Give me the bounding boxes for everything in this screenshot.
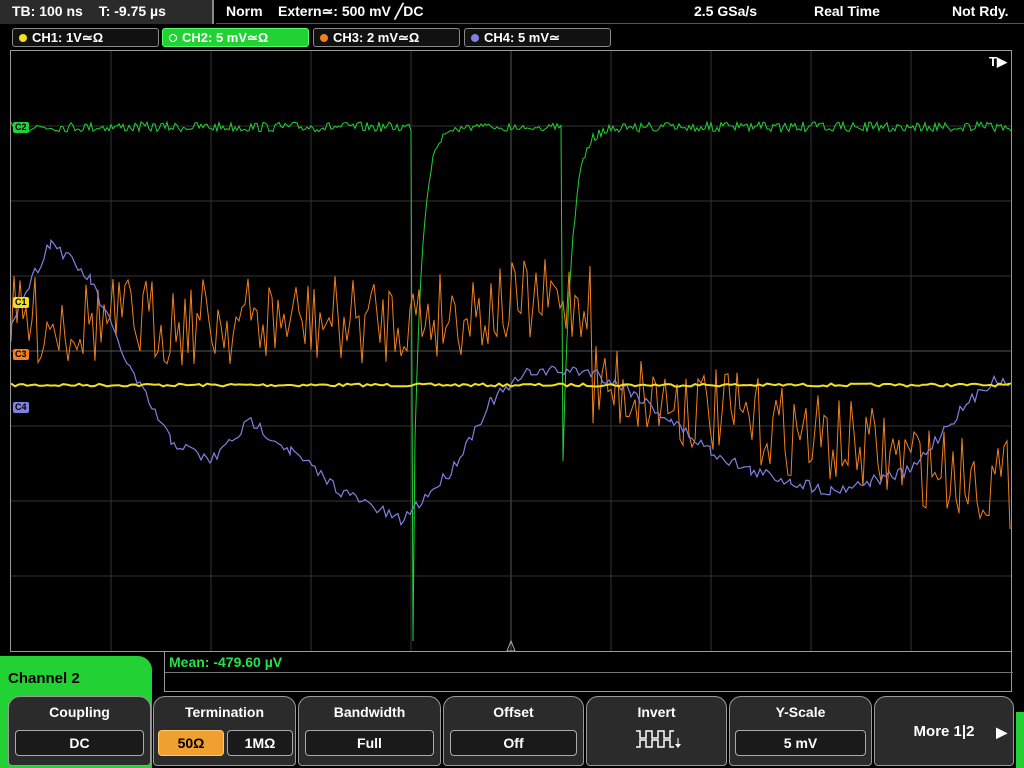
ch2-dot-icon bbox=[169, 34, 177, 42]
offset-value[interactable]: Off bbox=[450, 730, 577, 756]
sample-rate-label: 2.5 GSa/s bbox=[694, 3, 758, 19]
termination-title: Termination bbox=[184, 704, 265, 720]
invert-softkey[interactable]: Invert bbox=[586, 696, 727, 766]
tab-ch2-label: CH2: 5 mV≃Ω bbox=[182, 30, 269, 45]
ch4-level-marker[interactable]: C4 bbox=[13, 402, 29, 413]
acquisition-mode-label: Real Time bbox=[814, 3, 880, 19]
tab-ch4-label: CH4: 5 mV≃ bbox=[484, 30, 560, 45]
tab-ch1-label: CH1: 1V≃Ω bbox=[32, 30, 104, 45]
ch4-dot-icon bbox=[471, 34, 479, 42]
coupling-value[interactable]: DC bbox=[15, 730, 144, 756]
y-scale-value[interactable]: 5 mV bbox=[735, 730, 866, 756]
waveform-display[interactable]: T▶ C2 C1 C3 C4 bbox=[10, 50, 1012, 652]
offset-softkey[interactable]: Offset Off bbox=[443, 696, 584, 766]
termination-softkey[interactable]: Termination 50Ω 1MΩ bbox=[153, 696, 296, 766]
menu-accent-strip bbox=[1016, 712, 1024, 768]
channel-menu-title: Channel 2 bbox=[8, 670, 80, 687]
waveform-plot bbox=[11, 51, 1011, 651]
tab-ch4[interactable]: CH4: 5 mV≃ bbox=[464, 28, 611, 47]
invert-title: Invert bbox=[637, 704, 676, 720]
trigger-time-label: T: -9.75 µs bbox=[98, 3, 166, 19]
run-status-label: Not Rdy. bbox=[952, 3, 1009, 19]
more-label: More 1|2 bbox=[913, 723, 975, 740]
ch3-level-marker[interactable]: C3 bbox=[13, 349, 29, 360]
ch2-level-marker[interactable]: C2 bbox=[13, 122, 29, 133]
mean-measurement: Mean: -479.60 µV bbox=[169, 654, 283, 670]
tab-ch3-label: CH3: 2 mV≃Ω bbox=[333, 30, 420, 45]
measurement-area: Mean: -479.60 µV bbox=[164, 652, 1013, 692]
arrow-right-icon: ▶ bbox=[996, 724, 1007, 740]
termination-50-option[interactable]: 50Ω bbox=[158, 730, 224, 756]
coupling-title: Coupling bbox=[49, 704, 110, 720]
y-scale-title: Y-Scale bbox=[775, 704, 826, 720]
status-bar: TB: 100 ns T: -9.75 µs Norm Extern≃: 500… bbox=[0, 0, 1024, 24]
y-scale-softkey[interactable]: Y-Scale 5 mV bbox=[729, 696, 872, 766]
tab-ch3[interactable]: CH3: 2 mV≃Ω bbox=[313, 28, 460, 47]
trigger-source-label[interactable]: Extern≃: 500 mV ╱DC bbox=[278, 3, 423, 20]
termination-1m-option[interactable]: 1MΩ bbox=[227, 730, 293, 756]
timebase-box[interactable]: TB: 100 ns T: -9.75 µs bbox=[0, 0, 214, 24]
tab-ch1[interactable]: CH1: 1V≃Ω bbox=[12, 28, 159, 47]
measurement-divider bbox=[165, 672, 1013, 673]
ch4-trace bbox=[11, 238, 1010, 527]
tab-ch2[interactable]: CH2: 5 mV≃Ω bbox=[162, 28, 309, 47]
ch3-dot-icon bbox=[320, 34, 328, 42]
trigger-marker-icon[interactable]: T▶ bbox=[989, 54, 1007, 70]
ch1-level-marker[interactable]: C1 bbox=[13, 297, 29, 308]
grid bbox=[11, 51, 1011, 651]
bandwidth-softkey[interactable]: Bandwidth Full bbox=[298, 696, 441, 766]
more-softkey[interactable]: More 1|2 ▶ bbox=[874, 696, 1014, 766]
trigger-mode-label[interactable]: Norm bbox=[226, 3, 263, 19]
timebase-label: TB: 100 ns bbox=[12, 3, 83, 19]
bandwidth-value[interactable]: Full bbox=[305, 730, 434, 756]
offset-title: Offset bbox=[493, 704, 534, 720]
acquisition-info: Norm Extern≃: 500 mV ╱DC 2.5 GSa/s Real … bbox=[216, 0, 1024, 24]
coupling-softkey[interactable]: Coupling DC bbox=[8, 696, 151, 766]
bandwidth-title: Bandwidth bbox=[333, 704, 406, 720]
ch1-dot-icon bbox=[19, 34, 27, 42]
invert-pulse-icon bbox=[636, 730, 681, 748]
